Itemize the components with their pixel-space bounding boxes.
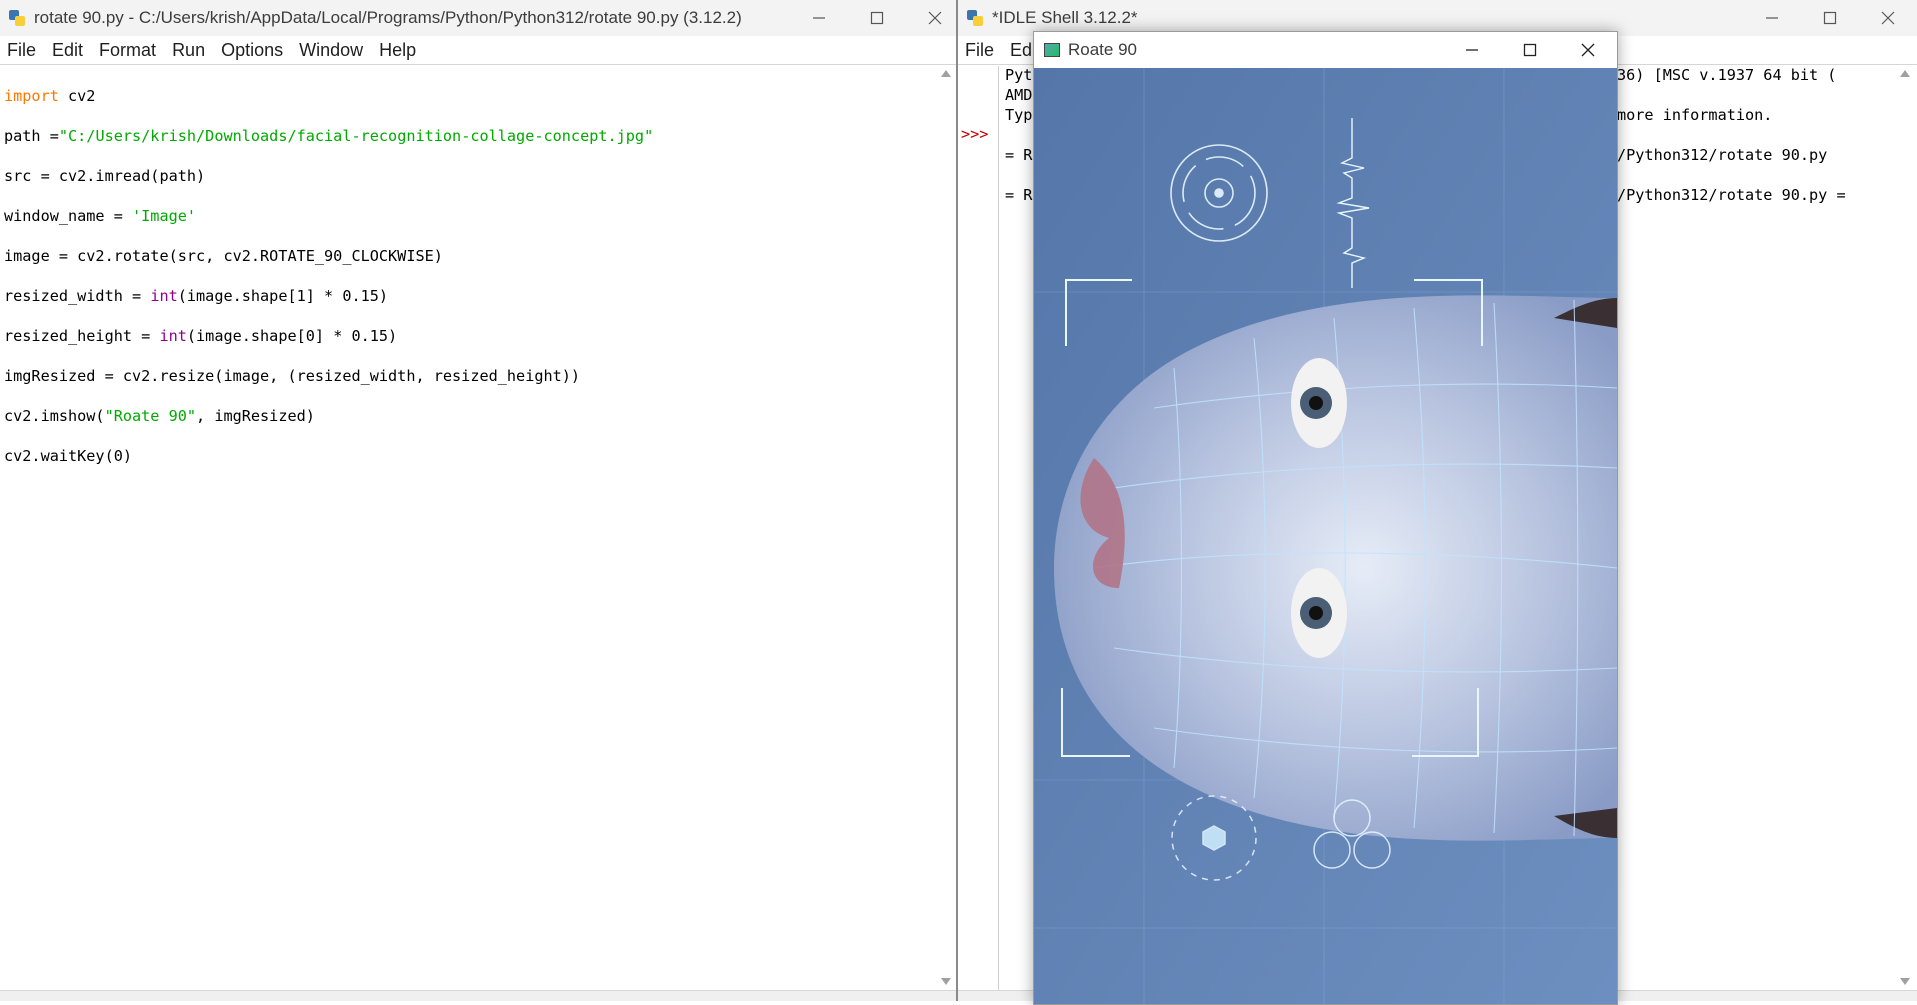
face-mesh-illustration — [1034, 68, 1617, 1004]
code-line: src = cv2.imread(path) — [4, 167, 206, 185]
close-icon — [1881, 11, 1895, 25]
maximize-icon — [1523, 43, 1537, 57]
minimize-icon — [813, 17, 825, 19]
shell-output: /Python312/rotate 90.py — [1617, 146, 1828, 164]
editor-menubar: File Edit Format Run Options Window Help — [0, 36, 956, 65]
close-icon — [1581, 43, 1595, 57]
scroll-down-icon — [941, 978, 951, 985]
code-line: window_name = 'Image' — [4, 207, 197, 225]
rotated-face-image — [1034, 68, 1617, 1004]
code-line: cv2.waitKey(0) — [4, 447, 133, 465]
cv-close-button[interactable] — [1559, 32, 1617, 68]
code-line: resized_height = int(image.shape[0] * 0.… — [4, 327, 398, 345]
menu-run[interactable]: Run — [164, 36, 213, 64]
shell-output: AMD — [1005, 86, 1033, 104]
maximize-icon — [1823, 11, 1837, 25]
python-file-icon — [8, 9, 26, 27]
shell-output: Typ — [1005, 106, 1033, 124]
cv-minimize-button[interactable] — [1443, 32, 1501, 68]
minimize-icon — [1766, 17, 1778, 19]
code-line: path ="C:/Users/krish/Downloads/facial-r… — [4, 127, 654, 145]
minimize-button[interactable] — [790, 0, 848, 36]
menu-window[interactable]: Window — [291, 36, 371, 64]
python-shell-icon — [966, 9, 984, 27]
editor-titlebar[interactable]: rotate 90.py - C:/Users/krish/AppData/Lo… — [0, 0, 956, 36]
editor-window: rotate 90.py - C:/Users/krish/AppData/Lo… — [0, 0, 956, 1001]
shell-close-button[interactable] — [1859, 0, 1917, 36]
shell-output: Pyt — [1005, 66, 1033, 84]
shell-maximize-button[interactable] — [1801, 0, 1859, 36]
eye-upper — [1291, 358, 1347, 448]
shell-output: 36) [MSC v.1937 64 bit ( — [1617, 66, 1837, 84]
shell-scrollbar[interactable] — [1895, 66, 1913, 989]
code-editor[interactable]: import cv2 path ="C:/Users/krish/Downloa… — [4, 66, 653, 506]
code-line: image = cv2.rotate(src, cv2.ROTATE_90_CL… — [4, 247, 443, 265]
menu-file[interactable]: File — [0, 36, 44, 64]
shell-output: = R — [1005, 146, 1033, 164]
opencv-titlebar[interactable]: Roate 90 — [1034, 32, 1617, 68]
maximize-button[interactable] — [848, 0, 906, 36]
shell-output: = R — [1005, 186, 1033, 204]
minimize-icon — [1466, 49, 1478, 51]
code-line: resized_width = int(image.shape[1] * 0.1… — [4, 287, 389, 305]
scroll-up-icon — [941, 70, 951, 77]
scroll-down-icon — [1900, 978, 1910, 985]
editor-scrollbar[interactable] — [936, 66, 954, 989]
code-line: cv2.imshow("Roate 90", imgResized) — [4, 407, 315, 425]
menu-help[interactable]: Help — [371, 36, 424, 64]
eye-lower — [1291, 568, 1347, 658]
code-line: import cv2 — [4, 87, 96, 105]
menu-format[interactable]: Format — [91, 36, 164, 64]
shell-minimize-button[interactable] — [1743, 0, 1801, 36]
shell-output: more information. — [1617, 106, 1773, 124]
shell-title: *IDLE Shell 3.12.2* — [992, 8, 1138, 27]
shell-output: /Python312/rotate 90.py = — [1617, 186, 1846, 204]
shell-prompt: >>> — [961, 125, 989, 143]
opencv-window-icon — [1044, 43, 1060, 57]
cv-maximize-button[interactable] — [1501, 32, 1559, 68]
opencv-title: Roate 90 — [1068, 40, 1137, 59]
shell-sidebar-divider — [998, 66, 999, 991]
menu-options[interactable]: Options — [213, 36, 291, 64]
maximize-icon — [870, 11, 884, 25]
code-line: imgResized = cv2.resize(image, (resized_… — [4, 367, 581, 385]
editor-statusbar — [0, 990, 956, 1001]
menu-edit[interactable]: Edit — [44, 36, 91, 64]
editor-title: rotate 90.py - C:/Users/krish/AppData/Lo… — [34, 8, 742, 27]
shell-menu-file[interactable]: File — [958, 36, 1002, 64]
close-icon — [928, 11, 942, 25]
scroll-up-icon — [1900, 70, 1910, 77]
close-button[interactable] — [906, 0, 956, 36]
opencv-window: Roate 90 — [1033, 31, 1618, 1005]
